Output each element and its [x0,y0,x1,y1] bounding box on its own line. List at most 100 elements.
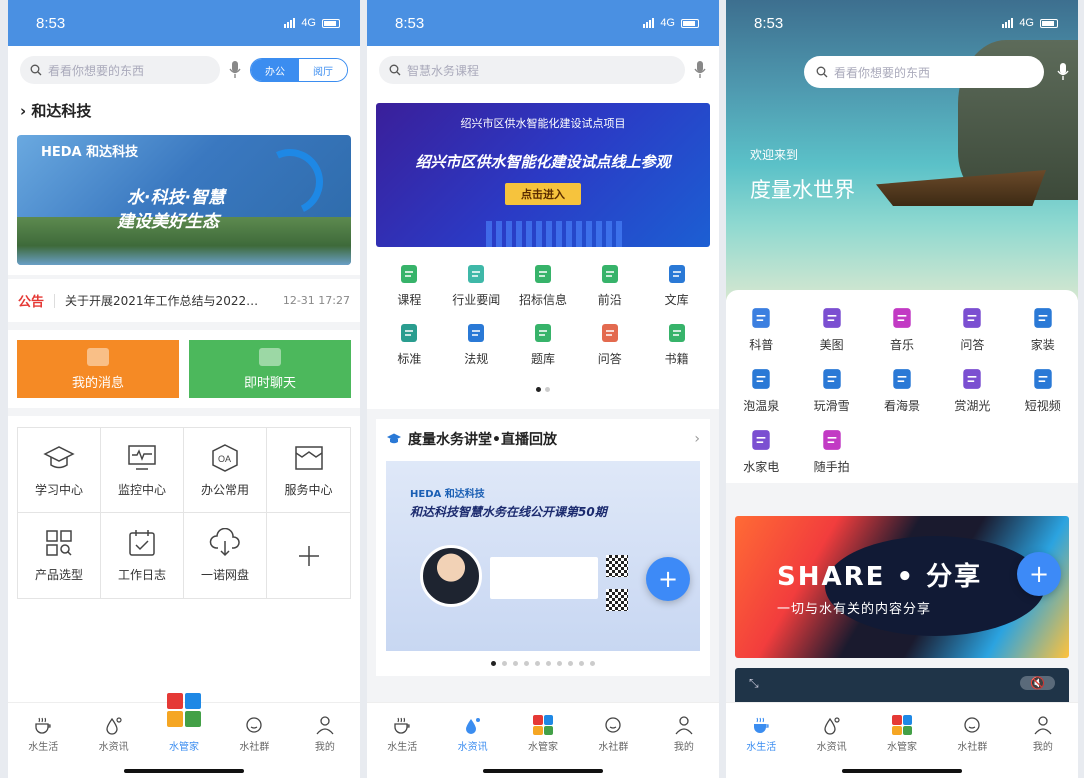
mute-icon[interactable]: 🔇 [1020,676,1055,690]
category-label: 美图 [819,338,844,352]
category-label: 问答 [597,352,622,366]
category-item[interactable]: 玩滑雪 [796,367,866,414]
enter-button[interactable]: 点击进入 [505,183,581,205]
tab-water-news[interactable]: 水资讯 [437,707,507,753]
question-icon [601,324,618,342]
segment-office[interactable]: 办公 [251,59,299,81]
tab-water-news[interactable]: 水资讯 [78,707,148,753]
person-icon [675,716,693,735]
category-item[interactable]: 看海景 [867,367,937,414]
tab-water-manager[interactable]: 水管家 [867,707,937,753]
chevron-right-icon: › [20,102,27,120]
notice-bar[interactable]: 公告 关于开展2021年工作总结与2022… 12-31 17:27 [8,279,360,322]
category-item[interactable]: 短视频 [1008,367,1078,414]
manager-tiles-icon [533,715,554,735]
tab-water-community[interactable]: 水社群 [937,707,1007,753]
instant-chat-button[interactable]: 即时聊天 [189,340,351,398]
tab-water-life[interactable]: 水生活 [367,707,437,753]
category-item[interactable]: 法规 [443,322,510,367]
grid-item-office[interactable]: OA 办公常用 [184,428,267,513]
event-banner[interactable]: 绍兴市区供水智能化建设试点项目 绍兴市区供水智能化建设试点线上参观 点击进入 [376,103,710,247]
book-icon [401,265,418,283]
category-item[interactable]: 科普 [726,306,796,353]
category-item[interactable]: 招标信息 [510,263,577,308]
home-indicator [124,769,244,773]
microphone-icon[interactable] [228,60,242,80]
category-label: 赏湖光 [954,399,991,413]
category-item[interactable]: 家装 [1008,306,1078,353]
microphone-icon[interactable] [1056,62,1070,82]
category-item[interactable]: 标准 [376,322,443,367]
category-grid: 课程 行业要闻 招标信息 前沿 文库标准 法规 题库 问答 书籍 [376,255,710,402]
category-item[interactable]: 问答 [576,322,643,367]
category-label: 法规 [464,352,489,366]
house-icon [1034,308,1052,328]
category-item[interactable]: 随手拍 [796,428,866,475]
tab-water-manager[interactable]: 水管家 [508,707,578,753]
category-label: 书籍 [664,352,689,366]
search-input[interactable]: 智慧水务课程 [379,56,685,84]
grid-item-worklog[interactable]: 工作日志 [101,513,184,598]
category-item[interactable]: 书籍 [643,322,710,367]
lecture-card[interactable]: HEDA 和达科技 和达科技智慧水务在线公开课第50期 + [386,461,700,651]
search-input[interactable]: 看看你想要的东西 [804,56,1044,88]
tab-water-manager[interactable]: 水管家 [149,693,219,753]
category-item[interactable]: 行业要闻 [443,263,510,308]
microphone-icon[interactable] [693,60,707,80]
category-item[interactable]: 泡温泉 [726,367,796,414]
grid-item-add[interactable] [267,513,350,598]
tab-water-community[interactable]: 水社群 [578,707,648,753]
tab-water-community[interactable]: 水社群 [219,707,289,753]
status-time: 8:53 [36,14,66,32]
tab-water-life[interactable]: 水生活 [8,707,78,753]
tab-me[interactable]: 我的 [1008,707,1078,753]
message-icon [87,347,109,366]
banner-line1: 水·科技·智慧 [127,188,225,208]
category-item[interactable]: 前沿 [576,263,643,308]
grid-item-monitoring[interactable]: 监控中心 [101,428,184,513]
card-title: 和达科技智慧水务在线公开课第50期 [410,505,607,519]
share-banner[interactable]: SHARE • 分享 一切与水有关的内容分享 + [735,516,1069,658]
water-drops-icon [105,717,122,735]
notice-text: 关于开展2021年工作总结与2022… [65,294,259,308]
signal-icon [284,18,296,28]
add-fab-button[interactable]: + [646,557,690,601]
search-input[interactable]: 看看你想要的东西 [20,56,220,84]
grid-item-service[interactable]: 服务中心 [267,428,350,513]
tab-water-news[interactable]: 水资讯 [796,707,866,753]
tab-me[interactable]: 我的 [290,707,360,753]
category-item[interactable]: 音乐 [867,306,937,353]
my-messages-button[interactable]: 我的消息 [17,340,179,398]
category-item[interactable]: 美图 [796,306,866,353]
hero-title: 度量水世界 [750,178,855,202]
category-item[interactable]: 赏湖光 [937,367,1007,414]
tab-water-life[interactable]: 水生活 [726,707,796,753]
company-banner[interactable]: HEDA 和达科技 水·科技·智慧 建设美好生态 [17,135,351,265]
network-type: 4G [1019,17,1034,29]
category-item[interactable]: 水家电 [726,428,796,475]
tab-bar: 水生活 水资讯 水管家 水社群 我的 [726,702,1078,778]
music-icon [893,308,911,328]
company-name: 和达科技 [31,102,92,120]
lecture-header[interactable]: 度量水务讲堂•直播回放 › [386,429,700,449]
grid-item-product[interactable]: 产品选型 [18,513,101,598]
chat-bubble-icon [246,717,263,733]
company-header[interactable]: › 和达科技 [8,94,360,127]
clapper-icon [1034,369,1052,389]
workspace-switch: 办公 阅厅 [250,58,348,82]
category-item[interactable]: 文库 [643,263,710,308]
network-type: 4G [301,17,316,29]
tab-me[interactable]: 我的 [649,707,719,753]
category-item[interactable]: 题库 [510,322,577,367]
segment-reading[interactable]: 阅厅 [299,59,347,81]
category-item[interactable]: 问答 [937,306,1007,353]
picture-icon [822,308,841,328]
category-item[interactable]: 课程 [376,263,443,308]
category-label: 水家电 [743,460,780,474]
category-label: 看海景 [883,399,920,413]
grid-item-cloud-drive[interactable]: 一诺网盘 [184,513,267,598]
add-fab-button[interactable]: + [1017,552,1061,596]
expand-icon[interactable]: ⤡ [749,676,759,691]
grid-item-learning[interactable]: 学习中心 [18,428,101,513]
lecture-title: 度量水务讲堂•直播回放 [408,432,557,448]
